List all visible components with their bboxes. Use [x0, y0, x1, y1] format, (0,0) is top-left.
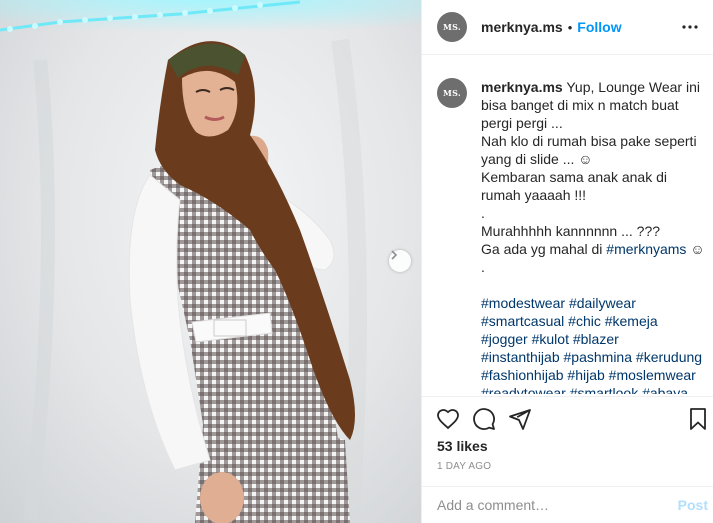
hashtag-link[interactable]: #chic [568, 313, 601, 329]
caption-line: rumah yaaaah !!! [481, 187, 587, 203]
caption-username[interactable]: merknya.ms [481, 79, 563, 95]
hashtag-link[interactable]: #pashmina [564, 349, 633, 365]
caption-line: Nah klo di rumah bisa pake seperti [481, 133, 697, 149]
hashtag-link[interactable]: #fashionhijab [481, 367, 564, 383]
hashtag-link[interactable]: #dailywear [569, 295, 636, 311]
action-bar [422, 396, 713, 436]
caption-line: merknya.ms Yup, Lounge Wear ini [481, 78, 706, 96]
post-header: MS. merknya.ms • Follow [422, 0, 713, 55]
hashtag-line: #instanthijab #pashmina #kerudung [481, 348, 706, 366]
caption-line: Murahhhhh kannnnnn ... ??? [481, 223, 661, 239]
hashtag-link[interactable]: #kulot [532, 331, 569, 347]
hashtag-link[interactable]: #jogger [481, 331, 528, 347]
post-timestamp[interactable]: 1 DAY AGO [437, 461, 491, 472]
hashtag-link[interactable]: #abaya [642, 385, 688, 394]
hashtag-link[interactable]: #modestwear [481, 295, 565, 311]
caption-line: . [481, 205, 485, 221]
more-options-icon[interactable] [680, 17, 700, 37]
photo-illustration [0, 0, 421, 523]
comment-composer: Post [422, 486, 713, 523]
caption-area[interactable]: MS. merknya.ms Yup, Lounge Wear ini bisa… [422, 56, 713, 394]
author-avatar[interactable]: MS. [437, 12, 467, 42]
hashtag-link[interactable]: #merknyams [606, 241, 686, 257]
hashtag-link[interactable]: #smartlook [570, 385, 638, 394]
comment-icon[interactable] [472, 407, 496, 431]
post-photo[interactable] [0, 0, 421, 523]
caption-row: MS. merknya.ms Yup, Lounge Wear ini bisa… [437, 78, 713, 394]
hashtag-line: #jogger #kulot #blazer [481, 330, 706, 348]
caption-line: . [481, 259, 485, 275]
likes-count[interactable]: 53 likes [437, 438, 488, 454]
author-username[interactable]: merknya.ms [481, 19, 563, 35]
next-photo-button[interactable] [389, 250, 411, 272]
caption-author-avatar[interactable]: MS. [437, 78, 467, 108]
post-comment-button[interactable]: Post [678, 497, 708, 513]
hashtag-line: #modestwear #dailywear [481, 294, 706, 312]
caption-line-text: Ga ada yg mahal di [481, 241, 603, 257]
separator-dot: • [567, 19, 573, 35]
hashtag-line: #smartcasual #chic #kemeja [481, 312, 706, 330]
caption-line: Ga ada yg mahal di #merknyams ☺ [481, 240, 706, 258]
lights-glow [0, 0, 421, 40]
bookmark-icon[interactable] [686, 407, 710, 431]
hashtag-list: #modestwear #dailywear #smartcasual #chic… [481, 294, 706, 394]
hashtag-link[interactable]: #smartcasual [481, 313, 564, 329]
hashtag-link[interactable]: #readytowear [481, 385, 566, 394]
hashtag-link[interactable]: #blazer [573, 331, 619, 347]
hashtag-link[interactable]: #moslemwear [609, 367, 696, 383]
hashtag-line: #fashionhijab #hijab #moslemwear [481, 366, 706, 384]
heart-icon[interactable] [436, 407, 460, 431]
caption-line: bisa banget di mix n match buat [481, 97, 679, 113]
hashtag-link[interactable]: #kerudung [636, 349, 702, 365]
caption-line-text: Yup, Lounge Wear ini [566, 79, 700, 95]
chevron-right-icon [391, 250, 398, 260]
follow-button[interactable]: Follow [577, 19, 621, 35]
hashtag-line: #readytowear #smartlook #abaya [481, 384, 706, 394]
caption-line: yang di slide ... ☺ [481, 151, 593, 167]
instagram-post: MS. merknya.ms • Follow MS. merknya.ms Y… [0, 0, 713, 523]
caption-text: merknya.ms Yup, Lounge Wear ini bisa ban… [481, 78, 706, 394]
comment-input[interactable] [437, 497, 657, 513]
caption-line: Kembaran sama anak anak di [481, 169, 667, 185]
hashtag-link[interactable]: #kemeja [605, 313, 658, 329]
caption-emoji: ☺ [690, 241, 705, 257]
hashtag-link[interactable]: #instanthijab [481, 349, 560, 365]
share-icon[interactable] [508, 407, 532, 431]
post-details-panel: MS. merknya.ms • Follow MS. merknya.ms Y… [421, 0, 713, 523]
caption-line: pergi pergi ... [481, 115, 563, 131]
hashtag-link[interactable]: #hijab [567, 367, 604, 383]
person-figure [128, 41, 355, 523]
